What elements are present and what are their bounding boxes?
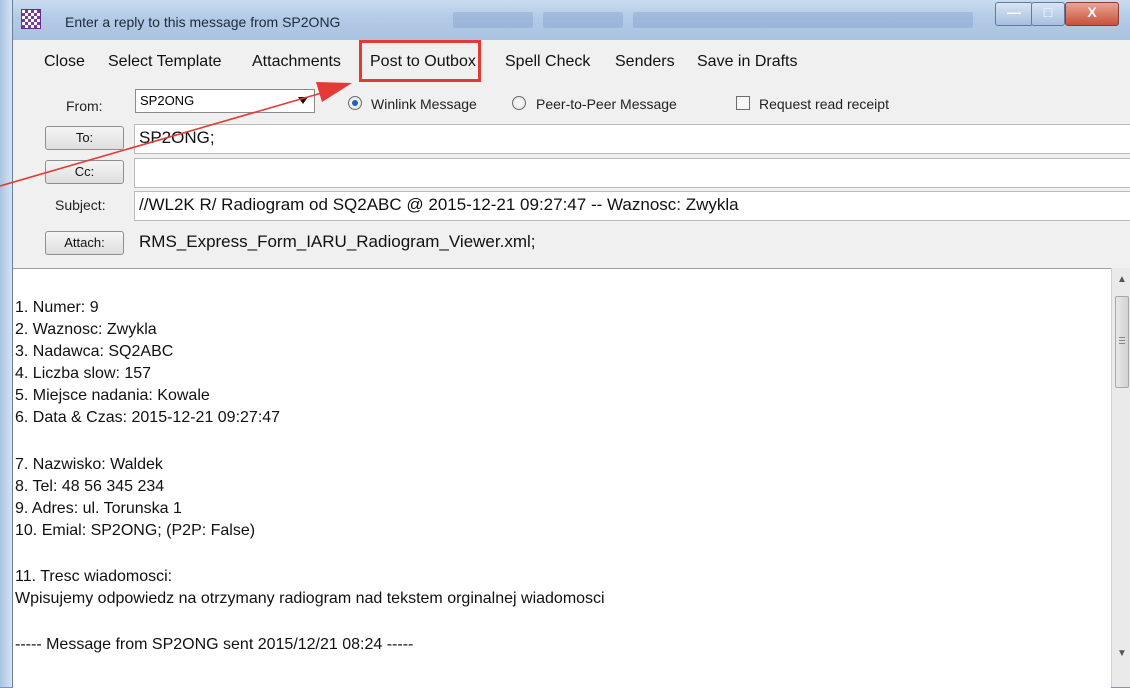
read-receipt-label: Request read receipt	[759, 96, 889, 112]
background-window-edge	[0, 0, 12, 687]
background-taskbar-tab	[543, 12, 623, 28]
body-line: 6. Data & Czas: 2015-12-21 09:27:47	[15, 409, 281, 426]
body-line: ----- Message from SP2ONG sent 2015/12/2…	[15, 636, 414, 653]
menu-select-template[interactable]: Select Template	[108, 53, 222, 71]
body-line: 8. Tel: 48 56 345 234	[15, 478, 165, 495]
maximize-icon: □	[1043, 4, 1053, 20]
body-line: 3. Nadawca: SQ2ABC	[15, 343, 174, 360]
body-scrollbar[interactable]: ▲ ▼	[1111, 268, 1130, 687]
body-line: Wpisujemy odpowiedz na otrzymany radiogr…	[15, 590, 605, 607]
background-taskbar-tab	[633, 12, 973, 28]
grip-icon	[1119, 337, 1125, 338]
from-select[interactable]: SP2ONG	[135, 89, 315, 113]
winlink-label: Winlink Message	[371, 96, 477, 112]
body-line: 10. Emial: SP2ONG; (P2P: False)	[15, 522, 256, 539]
message-body[interactable]: 1. Numer: 9 2. Waznosc: Zwykla 3. Nadawc…	[13, 268, 1111, 688]
title-bar: Enter a reply to this message from SP2ON…	[13, 0, 1130, 40]
subject-field[interactable]: //WL2K R/ Radiogram od SQ2ABC @ 2015-12-…	[134, 191, 1130, 221]
p2p-label: Peer-to-Peer Message	[536, 96, 677, 112]
body-line: 5. Miejsce nadania: Kowale	[15, 387, 210, 404]
minimize-icon: —	[1007, 4, 1021, 20]
message-window: Enter a reply to this message from SP2ON…	[12, 0, 1130, 688]
body-line: 1. Numer: 9	[15, 299, 99, 316]
cc-button[interactable]: Cc:	[45, 160, 124, 184]
body-line: 4. Liczba slow: 157	[15, 365, 152, 382]
body-line: 7. Nazwisko: Waldek	[15, 456, 163, 473]
menu-close[interactable]: Close	[44, 53, 85, 71]
chevron-down-icon	[298, 97, 308, 104]
menu-spell-check[interactable]: Spell Check	[505, 53, 590, 71]
scroll-up-icon[interactable]: ▲	[1112, 274, 1130, 292]
close-icon: X	[1087, 4, 1097, 20]
p2p-radio[interactable]	[512, 96, 526, 110]
to-button[interactable]: To:	[45, 126, 124, 150]
body-line: 11. Tresc wiadomosci:	[15, 568, 173, 585]
subject-label: Subject:	[55, 197, 106, 213]
menu-save-in-drafts[interactable]: Save in Drafts	[697, 53, 797, 71]
body-line: 9. Adres: ul. Torunska 1	[15, 500, 182, 517]
minimize-button[interactable]: —	[995, 2, 1033, 26]
body-line: 2. Waznosc: Zwykla	[15, 321, 157, 338]
background-taskbar-tab	[453, 12, 533, 28]
cc-field[interactable]	[134, 158, 1130, 188]
app-icon	[21, 9, 41, 29]
maximize-button[interactable]: □	[1031, 2, 1065, 26]
menu-attachments[interactable]: Attachments	[252, 53, 341, 71]
read-receipt-checkbox[interactable]	[736, 96, 750, 110]
close-window-button[interactable]: X	[1065, 2, 1119, 26]
window-title: Enter a reply to this message from SP2ON…	[65, 14, 341, 30]
menu-senders[interactable]: Senders	[615, 53, 675, 71]
attachment-value: RMS_Express_Form_IARU_Radiogram_Viewer.x…	[139, 232, 536, 251]
to-field[interactable]: SP2ONG;	[134, 124, 1130, 154]
annotation-highlight-box	[359, 40, 481, 82]
from-value: SP2ONG	[140, 93, 195, 108]
menu-bar: Close Select Template Attachments Post t…	[13, 44, 1130, 80]
scroll-thumb[interactable]	[1115, 296, 1129, 388]
winlink-radio[interactable]	[348, 96, 362, 110]
from-label: From:	[66, 98, 103, 114]
scroll-down-icon[interactable]: ▼	[1112, 648, 1130, 666]
attach-button[interactable]: Attach:	[45, 231, 124, 255]
